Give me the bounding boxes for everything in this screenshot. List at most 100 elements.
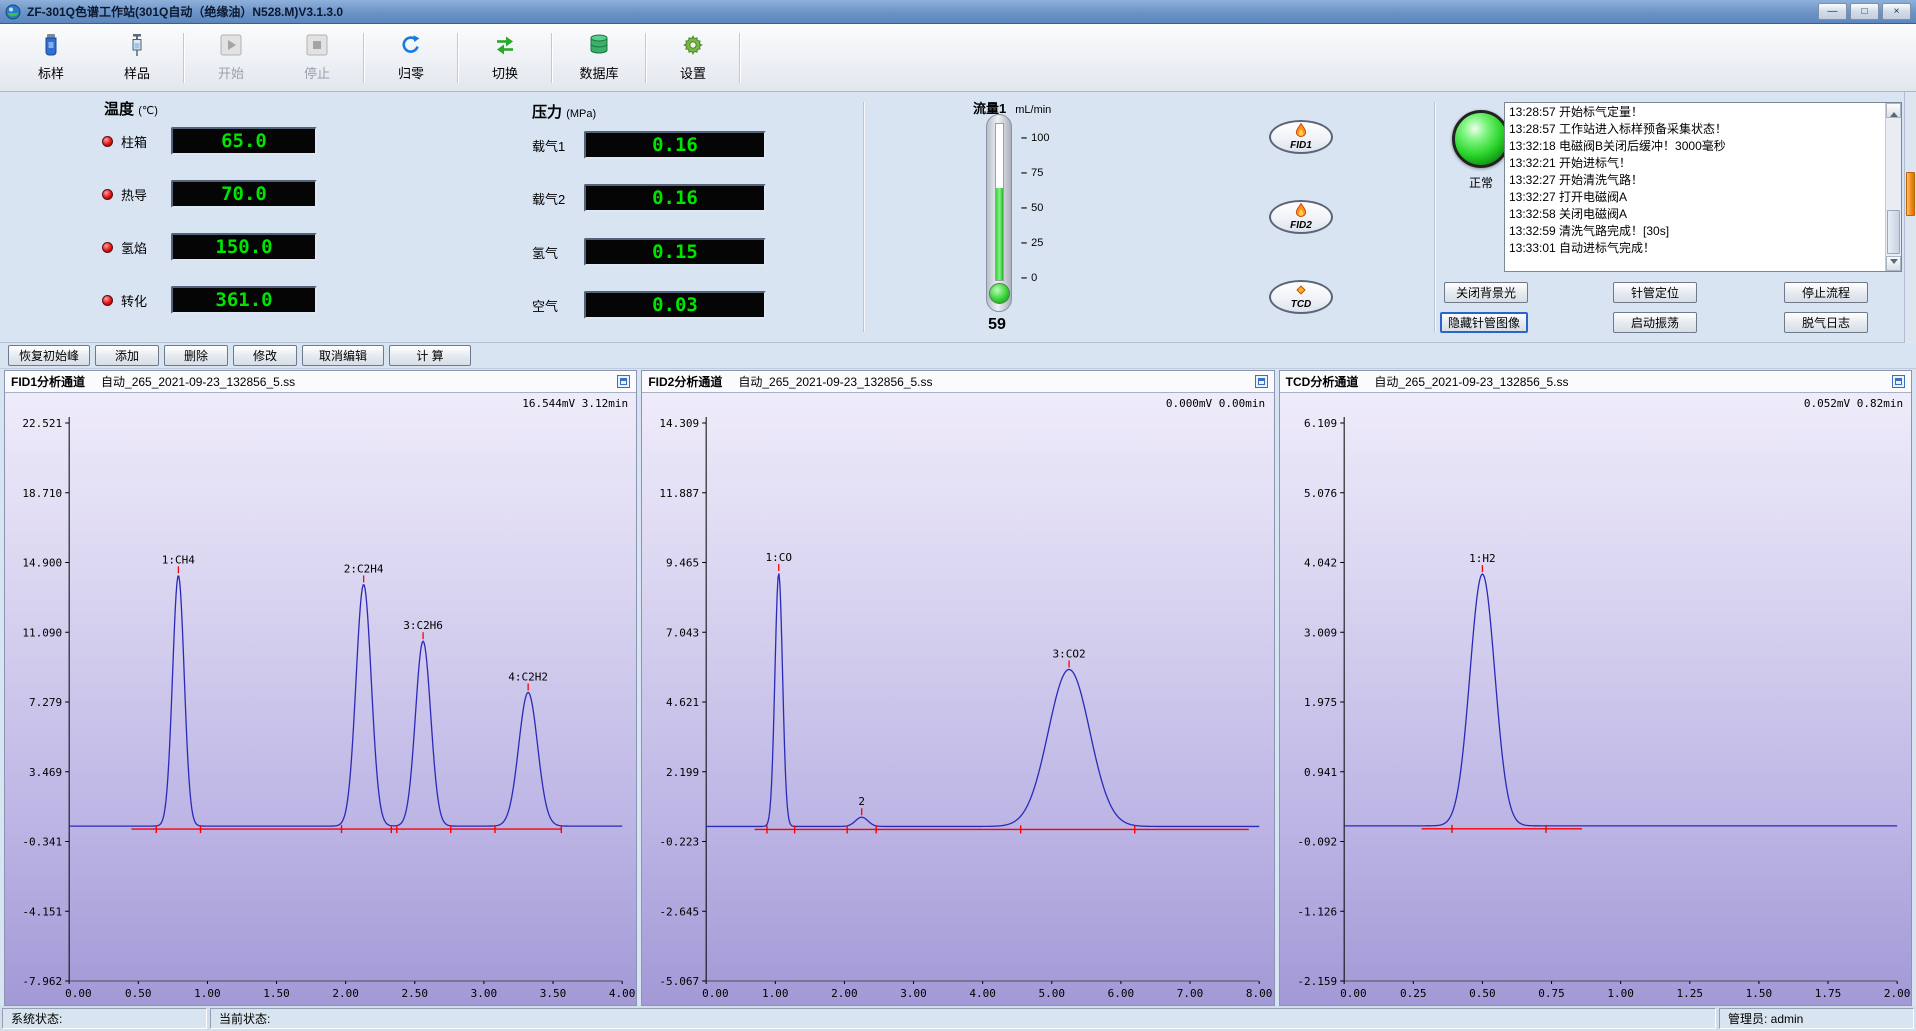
temperature-group-title: 温度 (℃): [104, 98, 158, 119]
svg-text:2.00: 2.00: [1884, 987, 1911, 1000]
database-icon: [587, 33, 611, 60]
svg-text:7.279: 7.279: [29, 696, 62, 709]
toolbar-start-button[interactable]: 开始: [188, 28, 274, 88]
window-scrollbar[interactable]: [1904, 92, 1916, 343]
svg-text:11.090: 11.090: [22, 626, 62, 639]
edit-toolbar: 恢复初始峰 添加 删除 修改 取消编辑 计 算: [0, 343, 1916, 369]
stop-process-button[interactable]: 停止流程: [1784, 282, 1868, 303]
calculate-button[interactable]: 计 算: [389, 345, 471, 366]
chart-plot-fid2[interactable]: 14.30911.8879.4657.0434.6212.199-0.223-2…: [642, 393, 1273, 1005]
svg-text:1.25: 1.25: [1676, 987, 1703, 1000]
modify-peak-button[interactable]: 修改: [233, 345, 297, 366]
pressure-label: 氢气: [532, 243, 576, 262]
status-light-icon: [1452, 110, 1510, 168]
temperature-display: 361.0: [171, 286, 317, 314]
svg-text:7.043: 7.043: [666, 626, 699, 639]
temperature-display: 150.0: [171, 233, 317, 261]
chart-plot-tcd[interactable]: 6.1095.0764.0423.0091.9750.941-0.092-1.1…: [1280, 393, 1911, 1005]
svg-text:6.00: 6.00: [1108, 987, 1135, 1000]
svg-text:0.052mV 0.82min: 0.052mV 0.82min: [1803, 397, 1902, 410]
detector-fid2-button[interactable]: FID2: [1269, 200, 1333, 234]
add-peak-button[interactable]: 添加: [95, 345, 159, 366]
toolbar-settings-button[interactable]: 设置: [650, 28, 736, 88]
toolbar-label: 开始: [218, 63, 244, 82]
pressure-label: 载气2: [532, 189, 576, 208]
app-icon: [5, 4, 21, 20]
panel-separator: [863, 102, 865, 332]
temperature-label: 柱箱: [121, 132, 163, 151]
scrollbar-thumb[interactable]: [1887, 210, 1900, 254]
cancel-edit-button[interactable]: 取消编辑: [302, 345, 384, 366]
svg-text:0.941: 0.941: [1304, 766, 1337, 779]
degas-log-button[interactable]: 脱气日志: [1784, 312, 1868, 333]
chart-panel-tcd: TCD分析通道 自动_265_2021-09-23_132856_5.ss 6.…: [1279, 370, 1912, 1006]
svg-text:3.50: 3.50: [540, 987, 567, 1000]
chart-header: FID1分析通道 自动_265_2021-09-23_132856_5.ss: [5, 371, 636, 393]
svg-text:-4.151: -4.151: [22, 905, 62, 918]
svg-text:-5.067: -5.067: [660, 975, 700, 988]
pressure-display: 0.03: [584, 291, 766, 319]
toolbar-database-button[interactable]: 数据库: [556, 28, 642, 88]
log-scrollbar[interactable]: [1885, 103, 1901, 271]
pressure-label: 载气1: [532, 136, 576, 155]
chart-channel-title: FID1分析通道: [11, 373, 85, 390]
svg-text:1:CO: 1:CO: [766, 551, 793, 564]
needle-position-button[interactable]: 针管定位: [1613, 282, 1697, 303]
toolbar-label: 数据库: [579, 63, 618, 82]
scrollbar-thumb[interactable]: [1906, 172, 1915, 216]
chart-maximize-icon[interactable]: [617, 375, 630, 388]
charts-section: FID1分析通道 自动_265_2021-09-23_132856_5.ss 2…: [0, 369, 1916, 1006]
close-backlight-button[interactable]: 关闭背景光: [1444, 282, 1528, 303]
svg-text:14.309: 14.309: [660, 417, 700, 430]
toolbar-switch-button[interactable]: 切换: [462, 28, 548, 88]
thermometer-bulb-icon: [989, 283, 1010, 304]
flow-fill-level: [996, 188, 1003, 280]
svg-text:5.00: 5.00: [1039, 987, 1066, 1000]
red-led-icon: [102, 136, 113, 147]
chart-channel-title: TCD分析通道: [1286, 373, 1359, 390]
toolbar-separator: [739, 33, 741, 83]
detector-label: FID1: [1290, 141, 1312, 151]
detector-tcd-button[interactable]: TCD: [1269, 280, 1333, 314]
gear-icon: [681, 33, 705, 60]
svg-text:5.076: 5.076: [1304, 487, 1337, 500]
hide-needle-image-button[interactable]: 隐藏针管图像: [1440, 312, 1528, 333]
pressure-row: 氢气 0.15: [532, 237, 766, 267]
toolbar-zero-button[interactable]: 归零: [368, 28, 454, 88]
diamond-icon: [1295, 284, 1307, 299]
minimize-button[interactable]: —: [1818, 3, 1847, 20]
event-log: 13:28:57 开始标气定量！ 13:28:57 工作站进入标样预备采集状态！…: [1504, 102, 1902, 272]
flow-value: 59: [969, 316, 1025, 334]
switch-arrows-icon: [493, 33, 517, 60]
red-led-icon: [102, 295, 113, 306]
svg-text:-1.126: -1.126: [1297, 905, 1337, 918]
close-button[interactable]: ×: [1882, 3, 1911, 20]
svg-text:1.50: 1.50: [1745, 987, 1772, 1000]
svg-text:0.50: 0.50: [1469, 987, 1496, 1000]
temperature-row: 柱箱 65.0: [102, 126, 317, 156]
chart-maximize-icon[interactable]: [1892, 375, 1905, 388]
toolbar-stop-button[interactable]: 停止: [274, 28, 360, 88]
red-led-icon: [102, 189, 113, 200]
start-oscillation-button[interactable]: 启动振荡: [1613, 312, 1697, 333]
reset-zero-icon: [399, 33, 423, 60]
scroll-down-icon[interactable]: [1886, 256, 1901, 271]
svg-text:1.00: 1.00: [762, 987, 789, 1000]
stop-icon: [305, 33, 329, 60]
log-line: 13:28:57 工作站进入标样预备采集状态！: [1509, 121, 1897, 138]
scroll-up-icon[interactable]: [1886, 103, 1901, 118]
restore-initial-peaks-button[interactable]: 恢复初始峰: [8, 345, 90, 366]
chart-plot-fid1[interactable]: 22.52118.71014.90011.0907.2793.469-0.341…: [5, 393, 636, 1005]
chart-maximize-icon[interactable]: [1255, 375, 1268, 388]
maximize-button[interactable]: □: [1850, 3, 1879, 20]
svg-text:18.710: 18.710: [22, 487, 62, 500]
flow-scale-tick: –100: [1021, 132, 1049, 144]
toolbar-standard-sample-button[interactable]: 标样: [8, 28, 94, 88]
admin-cell: 管理员: admin: [1719, 1008, 1914, 1029]
toolbar-sample-button[interactable]: 样品: [94, 28, 180, 88]
log-line: 13:32:27 打开电磁阀A: [1509, 189, 1897, 206]
detector-fid1-button[interactable]: FID1: [1269, 120, 1333, 154]
log-line: 13:28:57 开始标气定量！: [1509, 104, 1897, 121]
delete-peak-button[interactable]: 删除: [164, 345, 228, 366]
pressure-display: 0.16: [584, 131, 766, 159]
